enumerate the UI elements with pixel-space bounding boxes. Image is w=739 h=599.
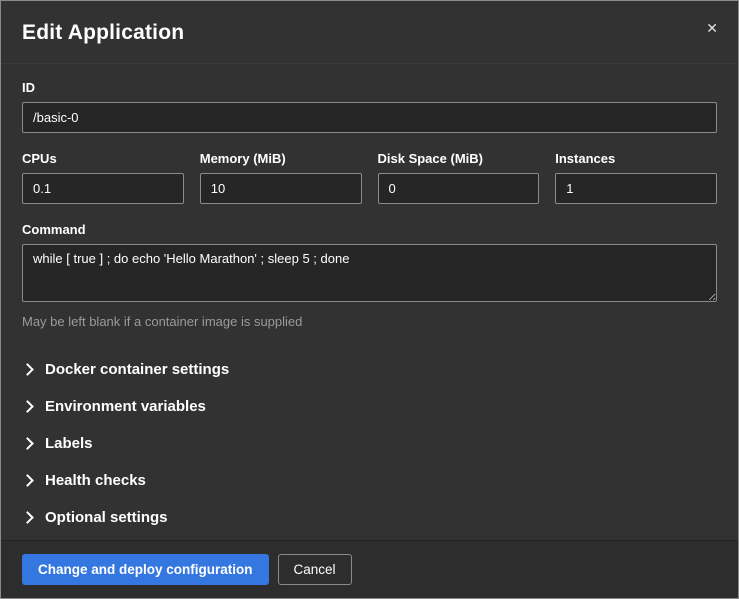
cpus-label: CPUs	[22, 151, 184, 166]
section-health-checks[interactable]: Health checks	[22, 462, 717, 499]
section-label: Docker container settings	[45, 361, 229, 378]
id-field-group: ID	[22, 80, 717, 133]
instances-field-group: Instances	[555, 151, 717, 204]
section-label: Health checks	[45, 472, 146, 489]
change-and-deploy-button[interactable]: Change and deploy configuration	[22, 554, 269, 585]
cancel-button[interactable]: Cancel	[278, 554, 352, 585]
section-label: Environment variables	[45, 398, 206, 415]
cpus-input[interactable]	[22, 173, 184, 204]
memory-field-group: Memory (MiB)	[200, 151, 362, 204]
section-docker-container-settings[interactable]: Docker container settings	[22, 351, 717, 388]
chevron-right-icon	[22, 439, 36, 448]
memory-label: Memory (MiB)	[200, 151, 362, 166]
section-label: Optional settings	[45, 509, 168, 526]
modal-header: Edit Application ✕	[1, 1, 738, 64]
resources-row: CPUs Memory (MiB) Disk Space (MiB) Insta…	[22, 151, 717, 204]
section-label: Labels	[45, 435, 93, 452]
id-input[interactable]	[22, 102, 717, 133]
accordion-sections: Docker container settings Environment va…	[22, 351, 717, 536]
modal-body: ID CPUs Memory (MiB) Disk Space (MiB) In…	[1, 64, 738, 540]
instances-input[interactable]	[555, 173, 717, 204]
chevron-right-icon	[22, 365, 36, 374]
section-optional-settings[interactable]: Optional settings	[22, 499, 717, 536]
id-label: ID	[22, 80, 717, 95]
section-environment-variables[interactable]: Environment variables	[22, 388, 717, 425]
edit-application-modal: Edit Application ✕ ID CPUs Memory (MiB) …	[0, 0, 739, 599]
section-labels[interactable]: Labels	[22, 425, 717, 462]
disk-field-group: Disk Space (MiB)	[378, 151, 540, 204]
modal-footer: Change and deploy configuration Cancel	[1, 540, 738, 598]
close-icon[interactable]: ✕	[702, 17, 722, 39]
command-input[interactable]: while [ true ] ; do echo 'Hello Marathon…	[22, 244, 717, 302]
chevron-right-icon	[22, 402, 36, 411]
chevron-right-icon	[22, 513, 36, 522]
disk-input[interactable]	[378, 173, 540, 204]
page-title: Edit Application	[22, 21, 717, 45]
disk-label: Disk Space (MiB)	[378, 151, 540, 166]
cpus-field-group: CPUs	[22, 151, 184, 204]
command-field-group: Command while [ true ] ; do echo 'Hello …	[22, 222, 717, 329]
instances-label: Instances	[555, 151, 717, 166]
command-help-text: May be left blank if a container image i…	[22, 314, 717, 329]
chevron-right-icon	[22, 476, 36, 485]
memory-input[interactable]	[200, 173, 362, 204]
command-label: Command	[22, 222, 717, 237]
